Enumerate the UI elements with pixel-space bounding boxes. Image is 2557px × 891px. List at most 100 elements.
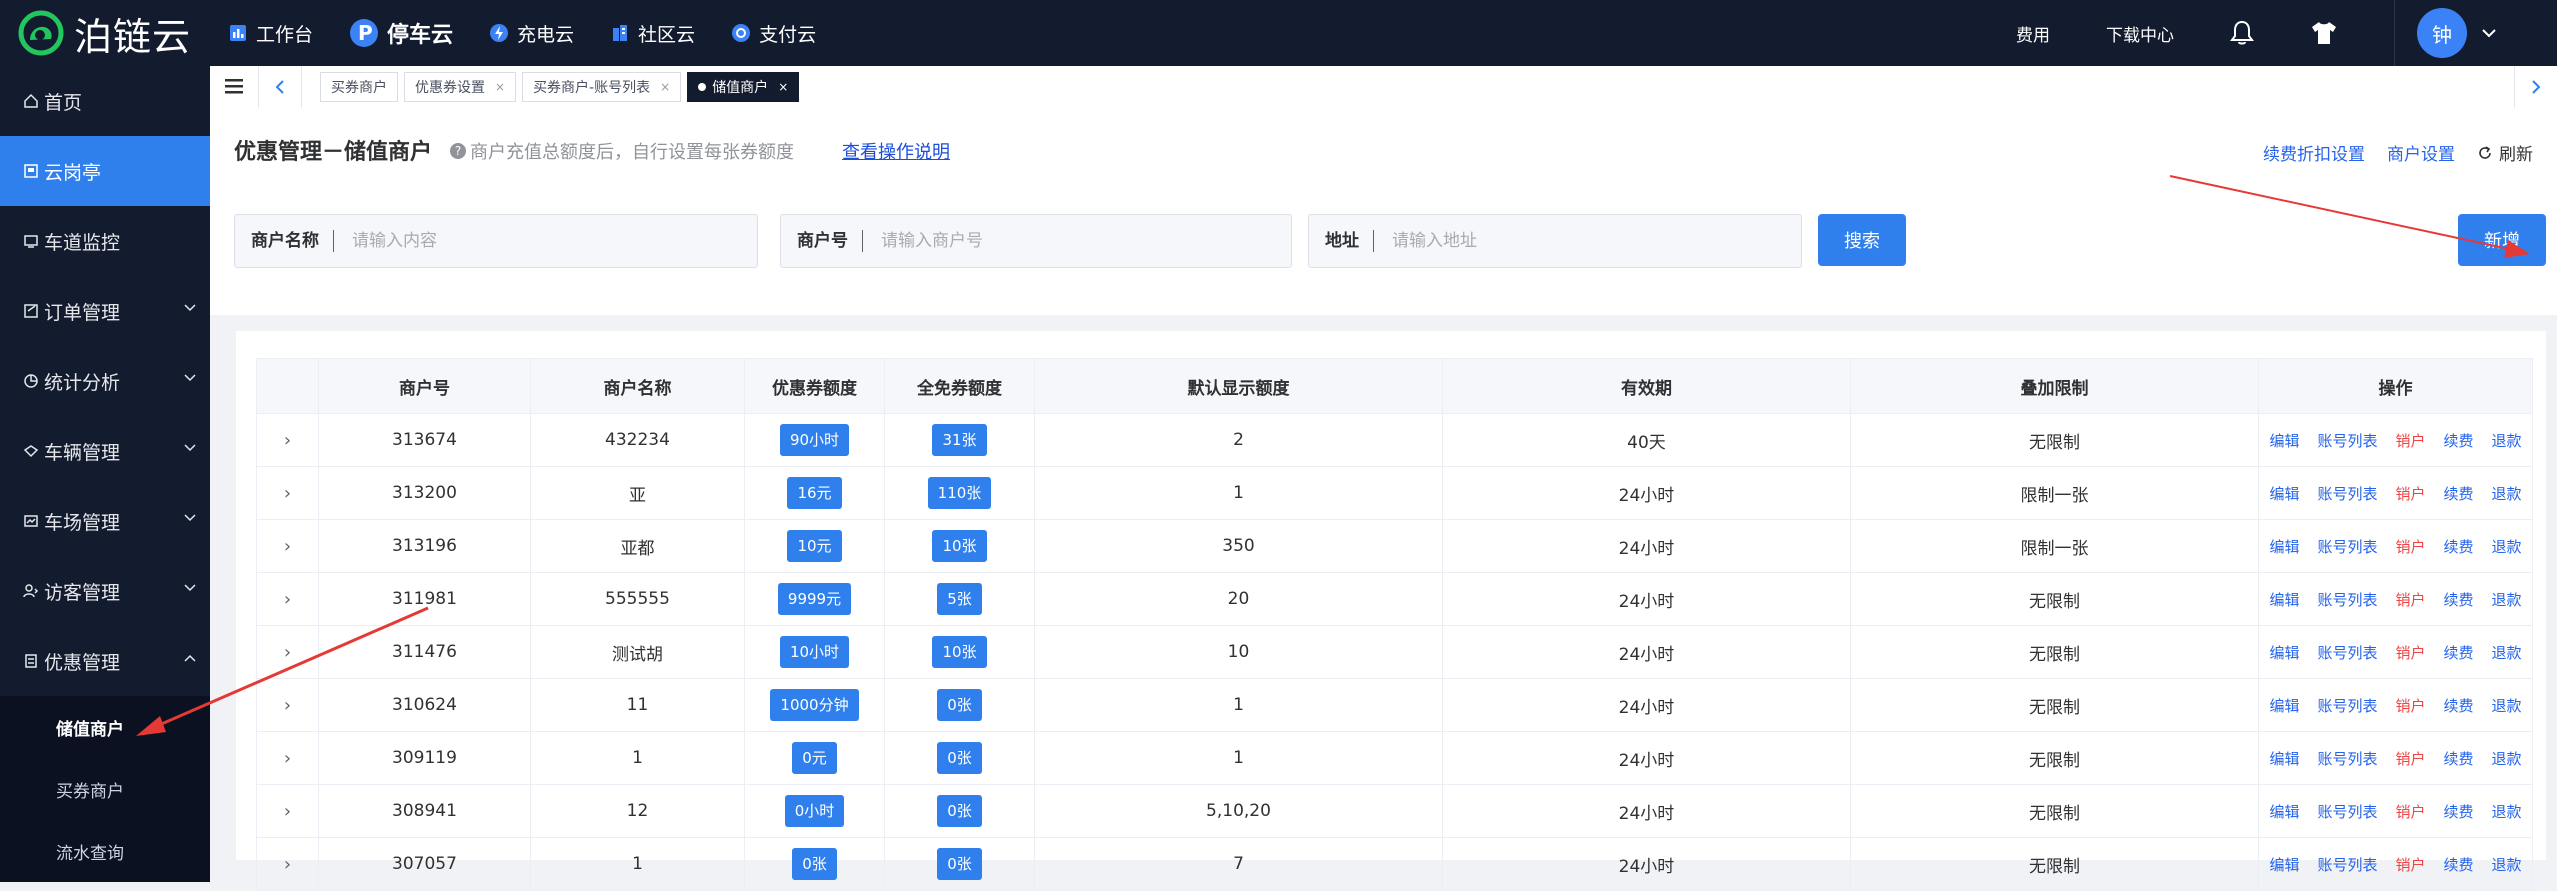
sidebar-item-orders[interactable]: 订单管理: [0, 276, 210, 346]
topnav-parking[interactable]: P 停车云: [349, 17, 453, 49]
account-list-link[interactable]: 账号列表: [2317, 750, 2377, 768]
sidebar-item-kiosk[interactable]: 云岗亭: [0, 136, 210, 206]
renew-link[interactable]: 续费: [2444, 538, 2474, 556]
close-account-link[interactable]: 销户: [2395, 538, 2425, 556]
close-account-link[interactable]: 销户: [2395, 485, 2425, 503]
renew-link[interactable]: 续费: [2444, 856, 2474, 874]
expand-row-icon[interactable]: ›: [284, 589, 291, 610]
renew-link[interactable]: 续费: [2444, 591, 2474, 609]
sidebar-item-analytics[interactable]: 统计分析: [0, 346, 210, 416]
refund-link[interactable]: 退款: [2492, 485, 2522, 503]
close-icon[interactable]: ×: [778, 80, 788, 94]
sidebar-item-home[interactable]: 首页: [0, 66, 210, 136]
tab-coupon-settings[interactable]: 优惠券设置 ×: [404, 72, 517, 102]
renew-link[interactable]: 续费: [2444, 485, 2474, 503]
refund-link[interactable]: 退款: [2492, 538, 2522, 556]
fees-link[interactable]: 费用: [2016, 21, 2050, 46]
sidebar-item-vehicles[interactable]: 车辆管理: [0, 416, 210, 486]
refund-link[interactable]: 退款: [2492, 697, 2522, 715]
account-list-link[interactable]: 账号列表: [2317, 538, 2377, 556]
refund-link[interactable]: 退款: [2492, 644, 2522, 662]
refresh-button[interactable]: 刷新: [2477, 140, 2533, 165]
expand-row-icon[interactable]: ›: [284, 430, 291, 451]
renew-link[interactable]: 续费: [2444, 644, 2474, 662]
search-button[interactable]: 搜索: [1818, 214, 1906, 266]
close-account-link[interactable]: 销户: [2395, 750, 2425, 768]
close-account-link[interactable]: 销户: [2395, 856, 2425, 874]
expand-row-icon[interactable]: ›: [284, 695, 291, 716]
cell-validity: 24小时: [1442, 466, 1851, 520]
close-account-link[interactable]: 销户: [2395, 591, 2425, 609]
discount-settings-link[interactable]: 续费折扣设置: [2263, 140, 2365, 165]
renew-link[interactable]: 续费: [2444, 697, 2474, 715]
tab-coupon-merchant[interactable]: 买券商户: [320, 72, 398, 102]
topnav-payment[interactable]: 支付云: [731, 20, 816, 47]
expand-row-icon[interactable]: ›: [284, 483, 291, 504]
edit-link[interactable]: 编辑: [2269, 697, 2299, 715]
close-account-link[interactable]: 销户: [2395, 644, 2425, 662]
refund-link[interactable]: 退款: [2492, 432, 2522, 450]
cell-merchant-name: 1: [530, 837, 745, 891]
account-list-link[interactable]: 账号列表: [2317, 644, 2377, 662]
merchant-id-input[interactable]: [879, 230, 1243, 252]
sidebar-subitem-stored-value-merchant[interactable]: 储值商户: [0, 696, 210, 758]
account-list-link[interactable]: 账号列表: [2317, 856, 2377, 874]
tabs-scroll-right-button[interactable]: [2514, 66, 2557, 108]
sidebar-item-visitors[interactable]: 访客管理: [0, 556, 210, 626]
edit-link[interactable]: 编辑: [2269, 750, 2299, 768]
close-account-link[interactable]: 销户: [2395, 803, 2425, 821]
expand-row-icon[interactable]: ›: [284, 642, 291, 663]
help-link[interactable]: 查看操作说明: [842, 138, 950, 164]
expand-row-icon[interactable]: ›: [284, 536, 291, 557]
edit-link[interactable]: 编辑: [2269, 591, 2299, 609]
edit-link[interactable]: 编辑: [2269, 856, 2299, 874]
address-input[interactable]: [1390, 230, 1754, 252]
sidebar-subitem-coupon-merchant[interactable]: 买券商户: [0, 758, 210, 820]
sidebar-item-discounts[interactable]: 优惠管理: [0, 626, 210, 696]
renew-link[interactable]: 续费: [2444, 803, 2474, 821]
hamburger-menu-icon[interactable]: [224, 77, 244, 95]
brand-logo[interactable]: 泊链云: [18, 10, 191, 59]
merchant-settings-link[interactable]: 商户设置: [2387, 140, 2455, 165]
close-account-link[interactable]: 销户: [2395, 697, 2425, 715]
cell-default-quota: 1: [1034, 678, 1443, 732]
tshirt-icon[interactable]: [2310, 20, 2338, 46]
tab-account-list[interactable]: 买券商户-账号列表 ×: [522, 72, 682, 102]
expand-row-icon[interactable]: ›: [284, 801, 291, 822]
account-list-link[interactable]: 账号列表: [2317, 432, 2377, 450]
refund-link[interactable]: 退款: [2492, 750, 2522, 768]
topnav-workbench[interactable]: 工作台: [228, 20, 313, 47]
sidebar-item-lots[interactable]: 车场管理: [0, 486, 210, 556]
account-list-link[interactable]: 账号列表: [2317, 485, 2377, 503]
edit-link[interactable]: 编辑: [2269, 432, 2299, 450]
close-icon[interactable]: ×: [495, 80, 505, 94]
edit-link[interactable]: 编辑: [2269, 485, 2299, 503]
edit-link[interactable]: 编辑: [2269, 803, 2299, 821]
close-icon[interactable]: ×: [660, 80, 670, 94]
edit-link[interactable]: 编辑: [2269, 644, 2299, 662]
account-list-link[interactable]: 账号列表: [2317, 697, 2377, 715]
topnav-charging[interactable]: 充电云: [489, 20, 574, 47]
merchant-name-input[interactable]: [350, 230, 714, 252]
tab-stored-value-merchant[interactable]: 储值商户 ×: [687, 72, 800, 102]
expand-row-icon[interactable]: ›: [284, 748, 291, 769]
bell-icon[interactable]: [2230, 20, 2254, 46]
account-list-link[interactable]: 账号列表: [2317, 803, 2377, 821]
chevron-down-icon[interactable]: [2481, 28, 2497, 38]
close-account-link[interactable]: 销户: [2395, 432, 2425, 450]
renew-link[interactable]: 续费: [2444, 432, 2474, 450]
account-list-link[interactable]: 账号列表: [2317, 591, 2377, 609]
expand-row-icon[interactable]: ›: [284, 854, 291, 875]
refund-link[interactable]: 退款: [2492, 856, 2522, 874]
sidebar-item-lane-monitor[interactable]: 车道监控: [0, 206, 210, 276]
refund-link[interactable]: 退款: [2492, 591, 2522, 609]
tabs-scroll-left-button[interactable]: [258, 66, 302, 108]
topnav-community[interactable]: 社区云: [610, 20, 695, 47]
add-button[interactable]: 新增: [2458, 214, 2546, 266]
edit-link[interactable]: 编辑: [2269, 538, 2299, 556]
refund-link[interactable]: 退款: [2492, 803, 2522, 821]
avatar[interactable]: 钟: [2417, 8, 2467, 58]
download-center-link[interactable]: 下载中心: [2106, 21, 2174, 46]
renew-link[interactable]: 续费: [2444, 750, 2474, 768]
sidebar-subitem-transaction-query[interactable]: 流水查询: [0, 820, 210, 882]
